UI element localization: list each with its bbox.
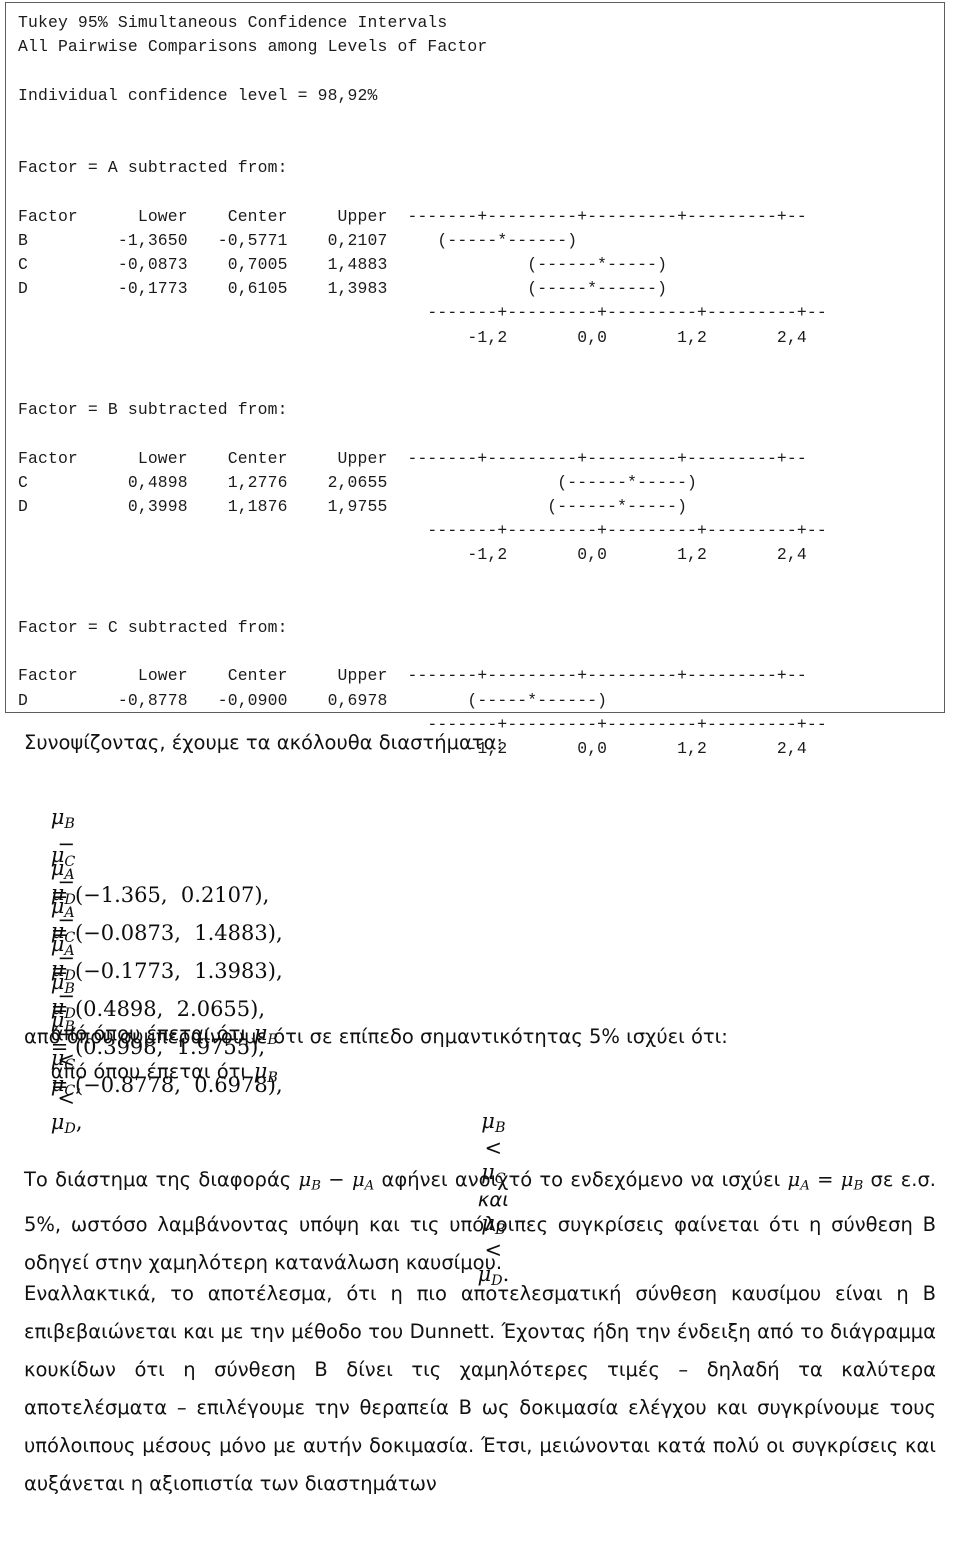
prose-intro: Συνοψίζοντας, έχουμε τα ακόλουθα διαστήμ… [24,731,503,754]
minitab-output-box: Tukey 95% Simultaneous Confidence Interv… [5,2,945,758]
less-than-sign: < [477,1135,509,1160]
minitab-output-text: Tukey 95% Simultaneous Confidence Interv… [18,13,827,759]
mu-subscript: C [64,1056,76,1073]
paragraph-one-text-a: Το διάστημα της διαφοράς [24,1168,299,1191]
mu-subscript: B [494,1119,506,1136]
conclusion-lead-text: από όπου συμπεραίνουμε ότι σε επίπεδο ση… [24,1025,728,1048]
mu-symbol: μ [50,1045,65,1070]
mu-symbol: μ [50,995,65,1019]
mu-subscript: A [364,1178,375,1194]
mu-subscript: D [64,1005,76,1022]
paragraph-one: Το διάστημα της διαφοράς μB − μA αφήνει … [24,1161,936,1282]
paragraph-one-text-b: αφήνει ανοιχτό το ενδεχόμενο να ισχύει [374,1168,788,1191]
mu-symbol: μ [298,1168,312,1191]
mu-subscript: A [800,1178,810,1194]
mu-subscript: B [311,1178,321,1194]
mu-subscript: B [853,1178,864,1194]
minus-sign: − [320,1168,352,1191]
mu-symbol: μ [351,1168,365,1191]
mu-symbol: μ [840,1168,854,1191]
mu-symbol: μ [787,1168,801,1191]
paragraph-two: Εναλλακτικά, το αποτέλεσμα, ότι η πιο απ… [24,1282,936,1495]
mu-symbol: μ [481,1109,495,1133]
equals-sign: = [809,1168,841,1191]
